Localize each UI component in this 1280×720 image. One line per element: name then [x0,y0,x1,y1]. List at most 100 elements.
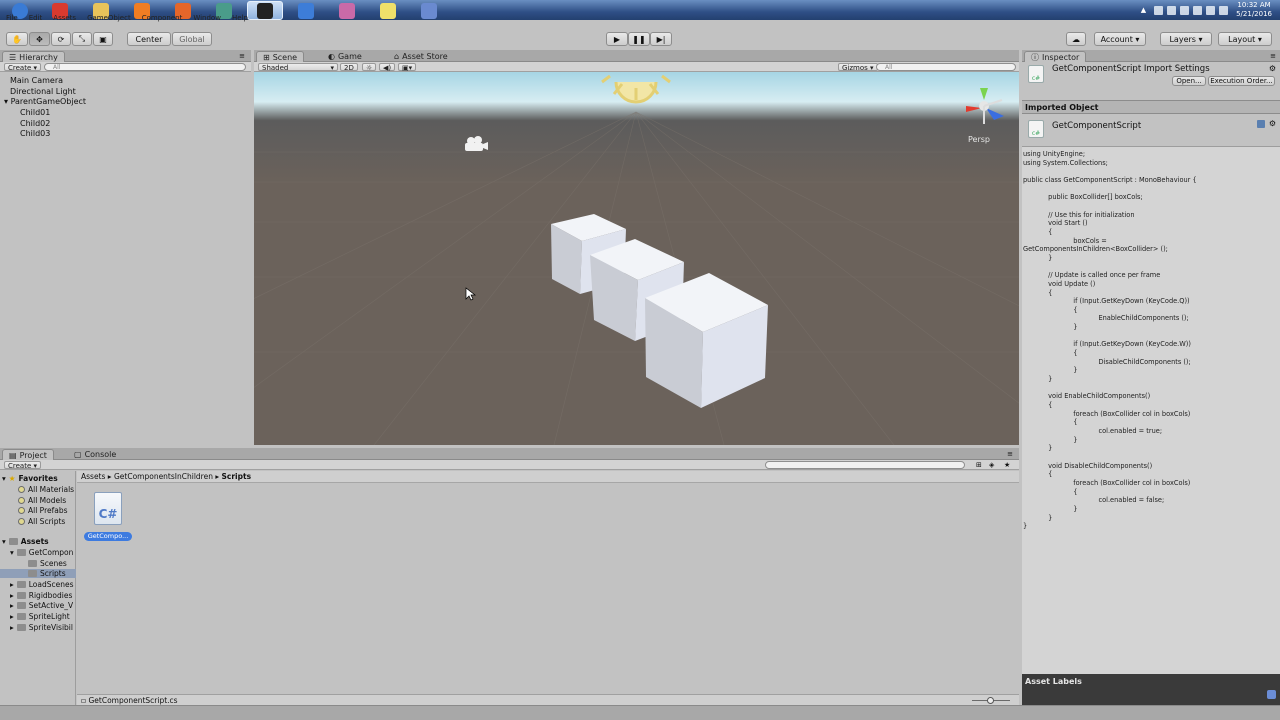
expand-arrow-icon[interactable]: ▾ [4,97,8,106]
tab-asset-store[interactable]: ⌂ Asset Store [388,51,454,62]
sun-icon: ☼ [366,64,373,72]
pause-button[interactable]: ❚❚ [628,32,650,46]
rect-tool-button[interactable]: ▣ [93,32,113,46]
project-menu-icon[interactable]: ≡ [1007,450,1013,458]
project-search-input[interactable] [765,461,965,469]
scene-viewport[interactable]: Persp [254,72,1019,445]
tab-hierarchy[interactable]: ☰ Hierarchy [2,51,65,62]
hierarchy-search-input[interactable]: All [44,63,246,71]
volume-icon[interactable] [1219,5,1229,15]
component-book-icon[interactable] [1257,120,1265,128]
breadcrumb-assets[interactable]: Assets [81,472,105,481]
pivot-global-button[interactable]: Global [172,32,212,46]
favorite-all-prefabs[interactable]: All Prefabs [18,506,68,515]
layout-dropdown[interactable]: Layout ▾ [1218,32,1272,46]
battery-icon[interactable] [1193,5,1203,15]
asset-getcomponentscript[interactable]: C# GetCompo... [84,490,134,546]
settings-gear-icon[interactable]: ⚙ [1269,64,1276,73]
windows-icon[interactable] [1167,5,1177,15]
tree-scenes[interactable]: Scenes [28,559,67,568]
clock[interactable]: 10:32 AM 5/21/2016 [1236,1,1272,19]
tree-rigidbodies[interactable]: ▸ Rigidbodies [10,591,72,600]
global-label: Global [179,34,205,44]
layout-label: Layout [1228,34,1256,44]
hierarchy-tabrow: ☰ Hierarchy ≡ [0,50,251,62]
audio-toggle[interactable]: ◀) [379,63,396,72]
scene-svg: Persp [254,72,1019,445]
filter-label-icon[interactable]: ◈ [989,461,994,469]
menu-window[interactable]: Window [193,14,221,22]
open-button[interactable]: Open... [1172,76,1206,86]
favorites-header[interactable]: ▾ ★ Favorites [2,474,58,483]
execution-order-button[interactable]: Execution Order... [1208,76,1275,86]
icon-size-slider-thumb[interactable] [987,697,994,704]
favorites-label: Favorites [18,474,58,483]
filter-type-icon[interactable]: ⊞ [976,461,982,469]
tab-game[interactable]: ◐ Game [322,51,368,62]
folder-icon [16,592,26,599]
persp-label[interactable]: Persp [968,135,990,144]
cloud-button[interactable]: ☁ [1066,32,1086,46]
gizmos-dropdown[interactable]: Gizmos ▾ [838,63,878,72]
pivot-center-button[interactable]: Center [127,32,171,46]
tree-setactive[interactable]: ▸ SetActive_V [10,601,73,610]
hierarchy-item-child03[interactable]: Child03 [20,129,50,138]
play-button[interactable]: ▶ [606,32,628,46]
label-tag-icon[interactable] [1267,690,1276,699]
power-icon[interactable] [1206,5,1216,15]
menu-component[interactable]: Component [142,14,183,22]
menu-edit[interactable]: Edit [29,14,43,22]
paint-icon[interactable] [329,1,365,20]
step-button[interactable]: ▶| [650,32,672,46]
hierarchy-item-directional-light[interactable]: Directional Light [10,87,76,96]
favorite-star-icon[interactable]: ★ [1004,461,1010,469]
inspector-menu-icon[interactable]: ≡ [1270,52,1276,60]
breadcrumb-scripts[interactable]: Scripts [222,472,252,481]
menu-help[interactable]: Help [232,14,248,22]
favorite-all-materials[interactable]: All Materials [18,485,74,494]
hand-tool-button[interactable]: ✋ [6,32,28,46]
favorite-all-models[interactable]: All Models [18,496,66,505]
favorite-all-scripts[interactable]: All Scripts [18,517,65,526]
hierarchy-item-child01[interactable]: Child01 [20,108,50,117]
assets-root[interactable]: ▾ Assets [2,537,49,546]
flag-icon[interactable] [1154,5,1164,15]
swirl-app-icon[interactable] [411,1,447,20]
layers-dropdown[interactable]: Layers ▾ [1160,32,1212,46]
sticky-notes-icon[interactable] [370,1,406,20]
shading-mode-dropdown[interactable]: Shaded ▾ [258,63,338,72]
menu-gameobject[interactable]: GameObject [87,14,131,22]
mode-2d-toggle[interactable]: 2D [340,63,358,72]
network-icon[interactable] [1180,5,1190,15]
tree-spritevisibility[interactable]: ▸ SpriteVisibil [10,623,73,632]
effects-dropdown[interactable]: ▣▾ [398,63,417,72]
project-create-button[interactable]: Create ▾ [4,461,42,470]
tab-scene[interactable]: ⊞ Scene [256,51,305,62]
scene-search-input[interactable]: All [876,63,1016,71]
hierarchy-create-button[interactable]: Create ▾ [4,63,42,72]
tree-getcomponents[interactable]: ▾ GetCompon [10,548,73,557]
visual-studio-icon[interactable] [288,1,324,20]
rotate-tool-button[interactable]: ⟳ [51,32,71,46]
tab-inspector[interactable]: ⓘ Inspector [1024,51,1087,62]
lighting-toggle[interactable]: ☼ [362,63,377,72]
tab-project[interactable]: ▤ Project [2,449,54,460]
gizmos-label: Gizmos [842,64,868,72]
menu-file[interactable]: File [6,14,18,22]
breadcrumb-getcomponentsinchildren[interactable]: GetComponentsInChildren [114,472,213,481]
hierarchy-item-child02[interactable]: Child02 [20,119,50,128]
tree-spritelight[interactable]: ▸ SpriteLight [10,612,70,621]
tray-arrow-icon[interactable]: ▲ [1141,6,1146,14]
project-panel: ▤ Project ▢ Console ≡ Create ▾ ⊞ ◈ ★ ▾ ★ Fav… [0,448,1019,705]
tree-scripts-selected[interactable]: Scripts [0,569,76,578]
menu-assets[interactable]: Assets [53,14,76,22]
hierarchy-item-parent[interactable]: ▾ ParentGameObject [4,97,86,106]
account-dropdown[interactable]: Account ▾ [1094,32,1146,46]
hierarchy-item-main-camera[interactable]: Main Camera [10,76,63,85]
component-gear-icon[interactable]: ⚙ [1269,119,1276,128]
tab-console[interactable]: ▢ Console [68,449,122,460]
scale-tool-button[interactable]: ⤡ [72,32,92,46]
tree-loadscenes[interactable]: ▸ LoadScenes [10,580,74,589]
move-tool-button[interactable]: ✥ [29,32,50,46]
panel-menu-icon[interactable]: ≡ [239,52,245,60]
